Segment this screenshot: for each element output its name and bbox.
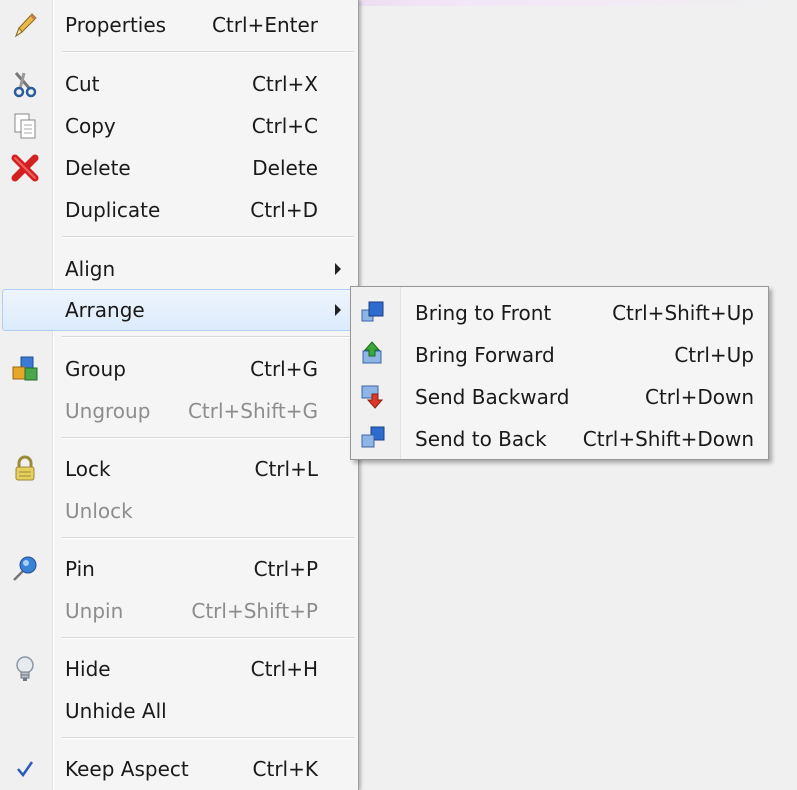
send-backward-icon (361, 385, 384, 409)
menu-item-label: Align (65, 257, 116, 281)
lock-icon (15, 455, 35, 481)
submenu-item-label: Send to Back (415, 427, 547, 451)
send-to-back-icon (361, 426, 385, 448)
menu-item-arrange[interactable]: Arrange (2, 289, 354, 331)
menu-item-label: Pin (65, 557, 95, 581)
lightbulb-icon (16, 656, 34, 681)
separator (62, 336, 354, 338)
pencil-icon (14, 13, 37, 38)
separator (62, 737, 354, 739)
context-menu: Properties Ctrl+Enter Cut Ctrl+X Copy Ct… (0, 0, 359, 790)
separator (62, 437, 354, 439)
menu-item-shortcut: Ctrl+C (251, 114, 318, 138)
menu-item-delete[interactable]: Delete Delete (2, 147, 354, 189)
submenu-item-shortcut: Ctrl+Up (674, 343, 754, 367)
group-icon (12, 356, 38, 381)
delete-x-icon (11, 154, 39, 182)
menu-item-label: Keep Aspect (65, 757, 189, 781)
separator (62, 236, 354, 238)
menu-item-label: Arrange (65, 298, 145, 322)
menu-item-properties[interactable]: Properties Ctrl+Enter (2, 4, 354, 46)
menu-item-shortcut: Ctrl+G (250, 357, 318, 381)
submenu-item-label: Bring to Front (415, 301, 552, 325)
submenu-item-label: Bring Forward (415, 343, 555, 367)
menu-item-shortcut: Delete (252, 156, 318, 180)
bring-to-front-icon (361, 301, 384, 322)
menu-item-cut[interactable]: Cut Ctrl+X (2, 63, 354, 105)
menu-item-unhide-all[interactable]: Unhide All (2, 690, 354, 732)
menu-item-label: Cut (65, 72, 100, 96)
menu-item-label: Group (65, 357, 126, 381)
menu-item-group[interactable]: Group Ctrl+G (2, 348, 354, 390)
submenu-item-shortcut: Ctrl+Shift+Up (612, 301, 754, 325)
arrange-submenu: Bring to Front Ctrl+Shift+Up Bring Forwa… (350, 286, 769, 460)
menu-item-label: Unpin (65, 599, 124, 623)
menu-item-shortcut: Ctrl+Shift+G (187, 399, 318, 423)
menu-item-duplicate[interactable]: Duplicate Ctrl+D (2, 189, 354, 231)
submenu-item-send-to-back[interactable]: Send to Back Ctrl+Shift+Down (353, 416, 766, 458)
separator (62, 637, 354, 639)
bring-forward-icon (362, 341, 382, 364)
menu-item-shortcut: Ctrl+L (254, 457, 319, 481)
menu-item-unlock[interactable]: Unlock (2, 490, 354, 532)
menu-item-shortcut: Ctrl+Shift+P (191, 599, 318, 623)
separator (62, 537, 354, 539)
menu-item-align[interactable]: Align (2, 248, 354, 290)
menu-item-shortcut: Ctrl+P (253, 557, 318, 581)
menu-item-shortcut: Ctrl+H (250, 657, 318, 681)
menu-item-hide[interactable]: Hide Ctrl+H (2, 648, 354, 690)
submenu-arrow-icon (335, 263, 341, 275)
menu-item-lock[interactable]: Lock Ctrl+L (2, 448, 354, 490)
submenu-item-bring-forward[interactable]: Bring Forward Ctrl+Up (353, 332, 766, 374)
menu-item-label: Lock (65, 457, 111, 481)
submenu-item-bring-to-front[interactable]: Bring to Front Ctrl+Shift+Up (353, 290, 766, 332)
menu-item-pin[interactable]: Pin Ctrl+P (2, 548, 354, 590)
menu-item-keep-aspect[interactable]: Keep Aspect Ctrl+K (2, 748, 354, 790)
scissors-icon (13, 72, 37, 98)
submenu-item-send-backward[interactable]: Send Backward Ctrl+Down (353, 374, 766, 416)
copy-icon (14, 113, 36, 139)
menu-item-label: Unhide All (65, 699, 167, 723)
menu-item-label: Copy (65, 114, 116, 138)
menu-item-label: Delete (65, 156, 131, 180)
separator (62, 51, 354, 53)
submenu-item-label: Send Backward (415, 385, 570, 409)
pin-icon (13, 556, 37, 581)
menu-item-copy[interactable]: Copy Ctrl+C (2, 105, 354, 147)
menu-item-shortcut: Ctrl+Enter (211, 13, 318, 37)
checkmark-icon (17, 761, 34, 778)
menu-item-label: Duplicate (65, 198, 161, 222)
submenu-item-shortcut: Ctrl+Shift+Down (582, 427, 754, 451)
menu-item-shortcut: Ctrl+K (252, 757, 318, 781)
menu-item-label: Unlock (65, 499, 133, 523)
menu-item-unpin[interactable]: Unpin Ctrl+Shift+P (2, 590, 354, 632)
menu-item-label: Properties (65, 13, 167, 37)
menu-item-shortcut: Ctrl+X (251, 72, 318, 96)
submenu-arrow-icon (335, 304, 341, 316)
menu-item-shortcut: Ctrl+D (250, 198, 318, 222)
menu-item-label: Ungroup (65, 399, 151, 423)
submenu-item-shortcut: Ctrl+Down (644, 385, 754, 409)
menu-item-label: Hide (65, 657, 111, 681)
menu-item-ungroup[interactable]: Ungroup Ctrl+Shift+G (2, 390, 354, 432)
